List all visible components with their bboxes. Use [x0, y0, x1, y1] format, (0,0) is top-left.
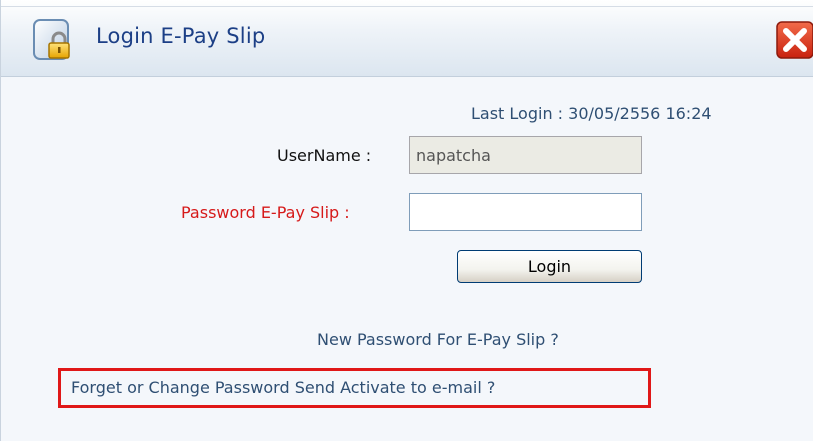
close-button[interactable]	[776, 21, 813, 59]
lock-icon	[33, 19, 70, 60]
title-bar: Login E-Pay Slip	[1, 0, 813, 77]
last-login-text: Last Login : 30/05/2556 16:24	[471, 104, 712, 123]
dialog-title: Login E-Pay Slip	[96, 24, 266, 48]
login-button[interactable]: Login	[457, 250, 642, 283]
login-dialog: Login E-Pay Slip Last Login : 30/05/2556…	[0, 0, 813, 441]
password-label: Password E-Pay Slip :	[181, 203, 350, 222]
forget-password-link[interactable]: Forget or Change Password Send Activate …	[71, 378, 495, 397]
new-password-link[interactable]: New Password For E-Pay Slip ?	[317, 330, 559, 349]
username-label: UserName :	[277, 146, 372, 165]
password-field[interactable]	[409, 193, 642, 231]
title-bar-divider	[1, 6, 813, 7]
username-field[interactable]	[409, 136, 642, 174]
